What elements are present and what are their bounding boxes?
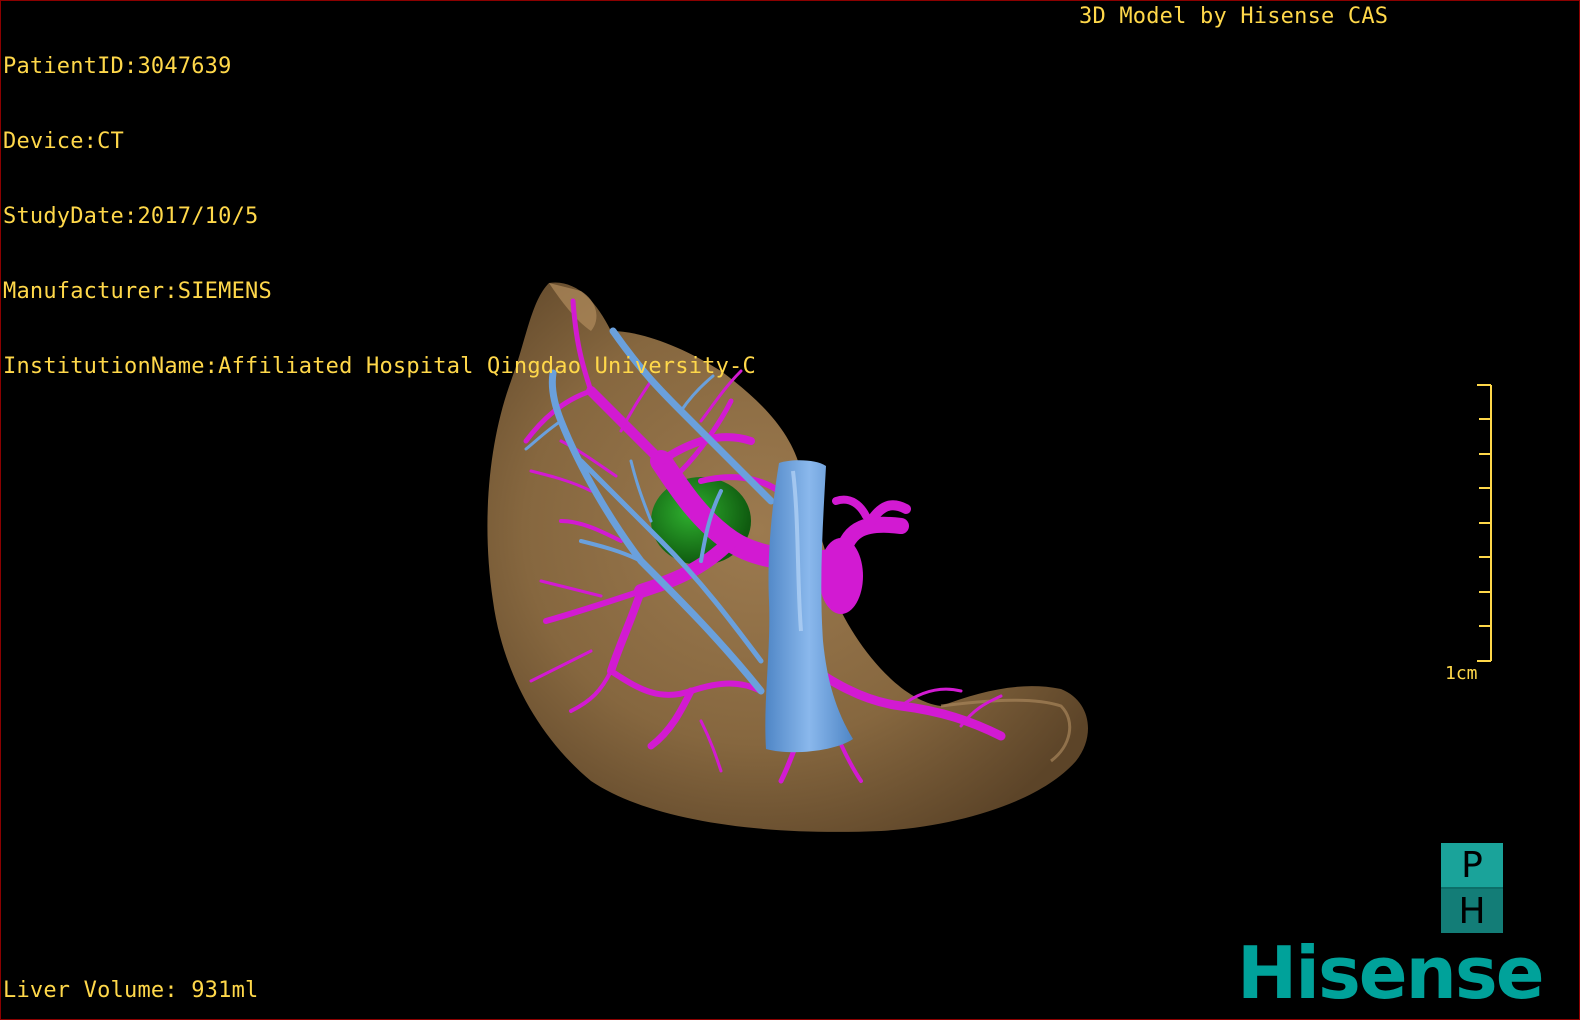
patient-id: PatientID:3047639 — [3, 54, 232, 79]
hisense-logo: Hisense — [1237, 931, 1545, 1015]
orientation-head[interactable]: H — [1441, 889, 1503, 933]
3d-viewport[interactable]: PatientID:3047639 Device:CT StudyDate:20… — [0, 0, 1580, 1020]
model-credit: 3D Model by Hisense CAS — [1079, 4, 1389, 29]
orientation-cube[interactable]: P H — [1441, 843, 1503, 933]
scale-bar-label: 1cm — [1445, 663, 1478, 684]
device-type: Device:CT — [3, 129, 125, 154]
manufacturer: Manufacturer:SIEMENS — [3, 279, 272, 304]
scale-bar — [1477, 384, 1492, 662]
institution-name: InstitutionName:Affiliated Hospital Qing… — [3, 354, 756, 379]
orientation-posterior[interactable]: P — [1441, 843, 1503, 889]
patient-metadata: PatientID:3047639 Device:CT StudyDate:20… — [3, 4, 756, 429]
study-date: StudyDate:2017/10/5 — [3, 204, 259, 229]
liver-volume: Liver Volume: 931ml — [3, 978, 259, 1003]
